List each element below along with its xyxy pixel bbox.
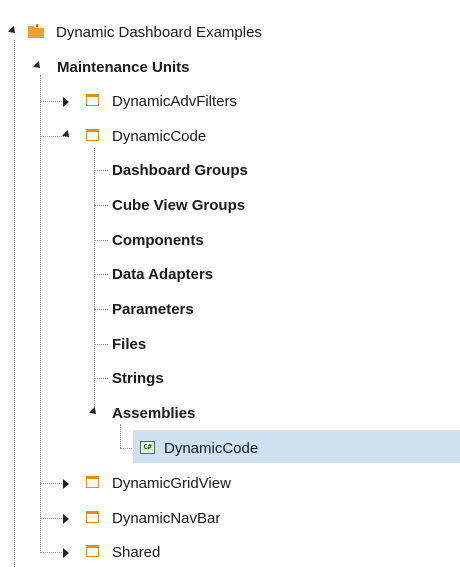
tree-node-components[interactable]: Components — [0, 225, 460, 255]
tree-node-unit[interactable]: DynamicGridView — [0, 468, 460, 498]
tree-node-label: DynamicGridView — [112, 475, 231, 492]
collapsed-arrow-icon[interactable] — [63, 514, 69, 524]
collapsed-arrow-icon[interactable] — [63, 97, 69, 107]
collapsed-arrow-icon[interactable] — [63, 548, 69, 558]
calendar-unit-icon — [86, 129, 99, 141]
calendar-unit-icon — [86, 94, 99, 106]
tree-node-label: Dashboard Groups — [112, 162, 248, 179]
tree-node-label: Files — [112, 336, 147, 353]
tree-node-label: Strings — [112, 370, 164, 387]
tree-node-unit[interactable]: DynamicAdvFilters — [0, 86, 460, 116]
tree-node-label: Data Adapters — [112, 266, 214, 283]
tree-node-assembly-file[interactable]: C# DynamicCode — [0, 433, 460, 463]
tree-node-cube-view-groups[interactable]: Cube View Groups — [0, 190, 460, 220]
tree-node-label: Assemblies — [112, 405, 196, 422]
tree-node-strings[interactable]: Strings — [0, 363, 460, 393]
tree-node-label: Parameters — [112, 301, 194, 318]
tree-node-root[interactable]: Dynamic Dashboard Examples — [0, 17, 460, 47]
calendar-unit-icon — [86, 476, 99, 488]
folder-icon — [28, 24, 44, 38]
expand-arrow-icon[interactable] — [8, 26, 18, 36]
tree-node-label: Cube View Groups — [112, 197, 246, 214]
tree-node-label: Dynamic Dashboard Examples — [56, 24, 262, 41]
calendar-unit-icon — [86, 545, 99, 557]
tree-node-unit[interactable]: DynamicCode — [0, 121, 460, 151]
tree-node-data-adapters[interactable]: Data Adapters — [0, 259, 460, 289]
tree-node-label: Maintenance Units — [57, 59, 190, 76]
tree-node-maintenance-units[interactable]: Maintenance Units — [0, 52, 460, 82]
tree-node-assemblies[interactable]: Assemblies — [0, 398, 460, 428]
expand-arrow-icon[interactable] — [89, 407, 99, 417]
calendar-unit-icon — [86, 511, 99, 523]
tree-node-files[interactable]: Files — [0, 329, 460, 359]
csharp-file-icon: C# — [140, 441, 155, 454]
tree-node-unit[interactable]: DynamicNavBar — [0, 503, 460, 533]
tree-node-parameters[interactable]: Parameters — [0, 294, 460, 324]
tree-node-label: DynamicCode — [112, 128, 207, 145]
tree-node-unit[interactable]: Shared — [0, 537, 460, 567]
expand-arrow-icon[interactable] — [62, 130, 72, 140]
expand-arrow-icon[interactable] — [33, 61, 43, 71]
tree-node-label: Shared — [112, 544, 161, 561]
tree-view: Dynamic Dashboard Examples Maintenance U… — [0, 0, 460, 567]
collapsed-arrow-icon[interactable] — [63, 479, 69, 489]
tree-node-label: Components — [112, 232, 204, 249]
tree-node-label: DynamicAdvFilters — [112, 93, 238, 110]
tree-node-label: DynamicNavBar — [112, 510, 221, 527]
tree-node-dashboard-groups[interactable]: Dashboard Groups — [0, 155, 460, 185]
tree-node-label: DynamicCode — [164, 440, 259, 457]
